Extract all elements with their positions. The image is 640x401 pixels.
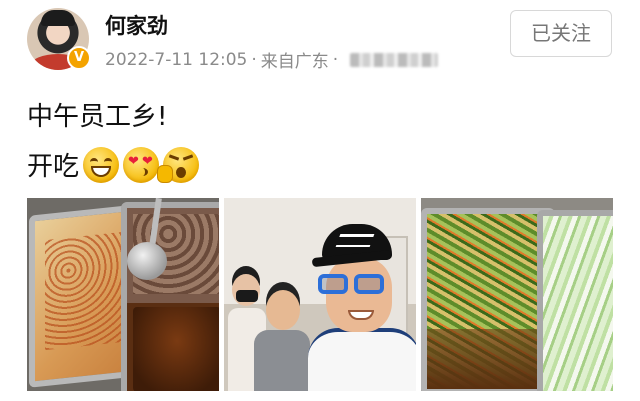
follow-button[interactable]: 已关注 <box>510 10 612 57</box>
blurred-device-info <box>350 52 439 67</box>
weibo-post: V 何家劲 2022-7-11 12:05 · 来自广东 · 已关注 中午员工乡… <box>0 0 640 401</box>
avatar-hat <box>41 10 75 26</box>
shocked-face-icon <box>157 146 200 183</box>
staff-selfie-photo[interactable] <box>224 198 416 391</box>
verified-badge-icon: V <box>67 46 91 70</box>
vegetable-trays-photo[interactable] <box>421 198 613 391</box>
post-text-line-2: 开吃 ❤ ❤ <box>27 146 200 183</box>
post-source: 来自广东 <box>260 52 329 72</box>
food-trays-photo[interactable] <box>27 198 219 391</box>
grinning-face-icon <box>83 146 120 183</box>
post-text-line-1: 中午员工乡! <box>27 102 168 132</box>
post-meta: 2022-7-11 12:05 · 来自广东 · <box>105 47 439 72</box>
post-text-eat: 开吃 <box>27 152 80 182</box>
username[interactable]: 何家劲 <box>105 10 168 40</box>
photo-grid <box>27 198 613 391</box>
heart-eyes-kiss-icon: ❤ ❤ <box>123 146 160 183</box>
post-timestamp: 2022-7-11 12:05 <box>105 49 248 70</box>
meta-separator-2: · <box>332 49 339 70</box>
meta-separator: · <box>251 49 257 70</box>
